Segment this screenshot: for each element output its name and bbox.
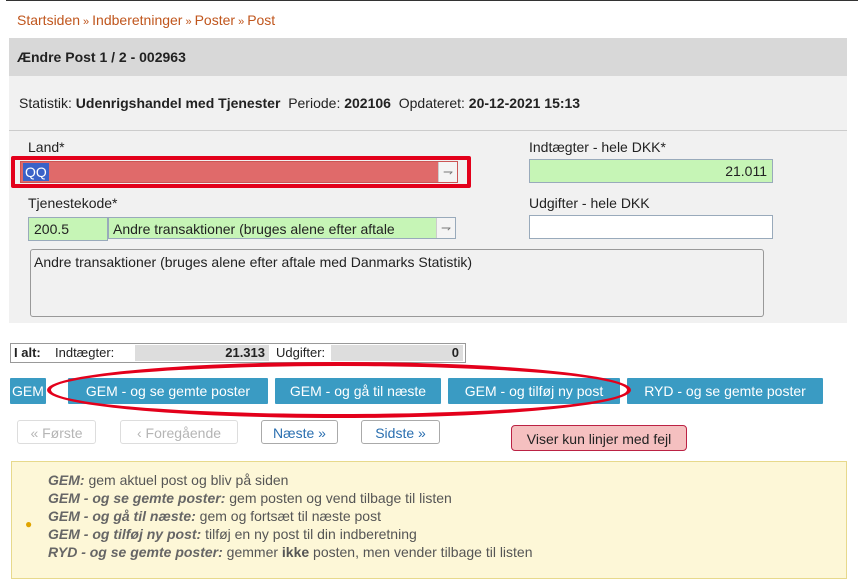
help-row: GEM: gem aktuel post og bliv på siden [48, 472, 289, 488]
totals-udgifter-label: Udgifter: [276, 345, 326, 360]
breadcrumb-post[interactable]: Post [247, 12, 275, 28]
opdateret-value: 20-12-2021 15:13 [468, 95, 581, 111]
gem-button[interactable]: GEM [10, 378, 46, 404]
help-row: RYD - og se gemte poster: gemmer ikke po… [48, 544, 533, 560]
naeste-button[interactable]: Næste » [261, 420, 338, 444]
i-alt-label: I alt: [14, 345, 41, 360]
opdateret-label: Opdateret: [398, 95, 465, 111]
tjenestekode-label: Tjenestekode* [28, 195, 118, 211]
totals-indtaegter-label: Indtægter: [55, 345, 115, 360]
periode-value: 202106 [344, 95, 391, 111]
breadcrumb-separator: » [83, 16, 90, 28]
page-title: Ændre Post 1 / 2 - 002963 [17, 49, 186, 65]
tjenestekode-combobox[interactable]: Andre transaktioner (bruges alene efter … [108, 217, 456, 239]
help-box: ● GEM: gem aktuel post og bliv på siden … [11, 461, 847, 579]
description-text: Andre transaktioner (bruges alene efter … [34, 254, 473, 270]
help-row: GEM - og gå til næste: gem og fortsæt ti… [48, 508, 381, 524]
foregaaende-button[interactable]: ‹ Foregående [120, 420, 238, 444]
breadcrumb-poster[interactable]: Poster [195, 12, 235, 28]
totals-bar: I alt: Indtægter: 21.313 Udgifter: 0 [10, 343, 466, 363]
breadcrumb: Startsiden» Indberetninger» Poster» Post [17, 12, 275, 28]
breadcrumb-separator: » [185, 16, 192, 28]
lightbulb-icon: ● [25, 517, 33, 531]
help-row: GEM - og se gemte poster: gem posten og … [48, 490, 452, 506]
error-filter-button[interactable]: Viser kun linjer med fejl [511, 425, 687, 451]
tjenestekode-code-input[interactable]: 200.5 [28, 217, 108, 241]
ryd-button[interactable]: RYD - og se gemte poster [627, 378, 823, 404]
udgifter-input[interactable] [529, 215, 773, 239]
help-row: GEM - og tilføj ny post: tilføj en ny po… [48, 526, 417, 542]
foerste-button[interactable]: « Første [17, 420, 96, 444]
breadcrumb-separator: » [238, 16, 245, 28]
page-title-bar: Ændre Post 1 / 2 - 002963 [9, 38, 847, 76]
description-area: Andre transaktioner (bruges alene efter … [30, 249, 764, 317]
indtaegter-label: Indtægter - hele DKK* [529, 139, 666, 155]
totals-indtaegter-value: 21.313 [135, 345, 269, 361]
sidste-button[interactable]: Sidste » [361, 420, 440, 444]
udgifter-label: Udgifter - hele DKK [529, 195, 650, 211]
statistik-label: Statistik: [19, 95, 72, 111]
highlight-ellipse [47, 362, 631, 418]
land-label: Land* [28, 139, 65, 155]
periode-label: Periode: [288, 95, 341, 111]
dropdown-icon[interactable]: ⇁ [436, 218, 455, 238]
breadcrumb-indberetninger[interactable]: Indberetninger [92, 12, 182, 28]
totals-udgifter-value: 0 [331, 345, 463, 361]
error-highlight-box [11, 156, 471, 188]
breadcrumb-startsiden[interactable]: Startsiden [17, 12, 80, 28]
tjenestekode-desc: Andre transaktioner (bruges alene efter … [113, 221, 395, 237]
meta-info: Statistik: Udenrigshandel med Tjenester … [9, 76, 847, 130]
statistik-value: Udenrigshandel med Tjenester [75, 95, 281, 111]
top-border [6, 0, 858, 1]
indtaegter-input[interactable]: 21.011 [529, 159, 773, 183]
